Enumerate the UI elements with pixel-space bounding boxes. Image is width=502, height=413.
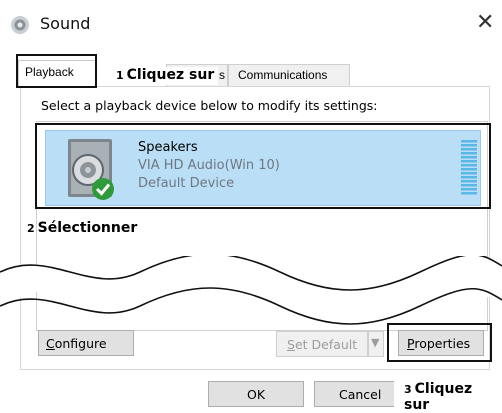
cancel-label: Cancel [339,387,382,402]
window-title: Sound [40,14,91,33]
callout-3-number: 3 [404,383,412,396]
chevron-down-icon: ▼ [371,336,380,349]
title-bar: Sound ✕ [0,0,502,48]
playback-tab-highlight [16,54,97,88]
callout-3-text: Cliquez sur [404,381,473,413]
tab-sounds-label: s [219,68,225,82]
configure-mnemonic: C [46,336,55,351]
device-highlight-box [35,123,491,209]
ok-label: OK [247,387,266,402]
callout-2-text: Sélectionner [37,220,138,236]
callout-1-text: Cliquez sur [126,67,215,83]
set-default-button[interactable]: Set Default [276,331,368,357]
properties-button-highlight [387,323,492,362]
configure-label: onfigure [54,336,107,351]
set-default-mnemonic: S [287,337,295,352]
sound-app-icon [11,16,29,34]
wave-break [0,256,502,325]
callout-2: 2 Sélectionner [27,220,137,236]
close-icon[interactable]: ✕ [476,10,494,35]
set-default-label: et Default [294,337,358,352]
tab-communications-label: Communications [238,68,328,82]
cancel-button[interactable]: Cancel [314,381,400,407]
callout-1: 1 Cliquez sur [116,67,219,85]
configure-button[interactable]: Configure [38,330,134,356]
set-default-dropdown-button[interactable]: ▼ [368,331,384,357]
callout-2-number: 2 [27,222,35,235]
tab-communications[interactable]: Communications [228,64,350,86]
instruction-text: Select a playback device below to modify… [41,98,378,113]
callout-1-number: 1 [116,69,124,82]
callout-3: 3 Cliquez sur [404,381,502,413]
ok-button[interactable]: OK [208,381,304,407]
